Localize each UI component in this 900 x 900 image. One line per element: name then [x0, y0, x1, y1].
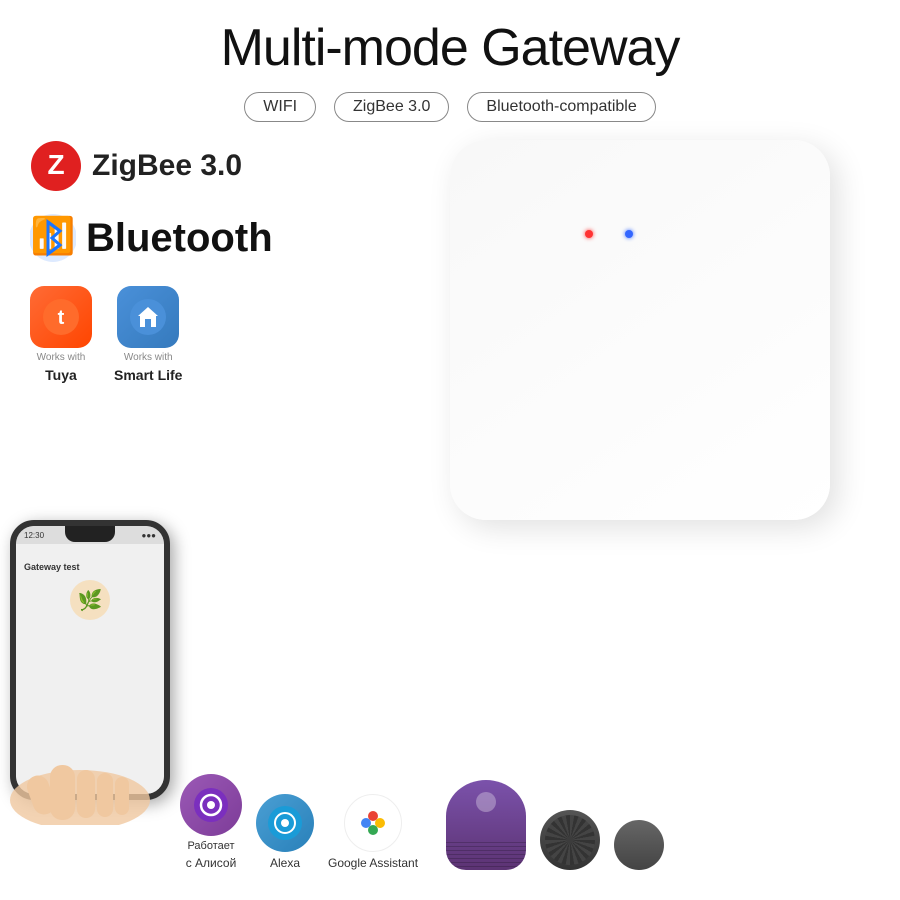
bluetooth-badge: Bluetooth-compatible	[467, 92, 655, 122]
hand-illustration	[0, 715, 165, 830]
google-label: Google Assistant	[328, 856, 418, 870]
gateway-device	[450, 140, 830, 520]
tuya-sublabel: Works with	[37, 352, 86, 363]
bluetooth-icon: 📶	[30, 212, 76, 264]
phone-status-icons: ●●●	[142, 531, 157, 540]
alexa-assistant: Alexa	[256, 794, 314, 870]
features-column: Z ZigBee 3.0 📶 Bluetooth	[30, 140, 310, 403]
alice-sublabel: Работает	[187, 840, 234, 852]
zigbee-icon: Z	[30, 140, 82, 192]
badges-row: WIFI ZigBee 3.0 Bluetooth-compatible	[0, 92, 900, 122]
phone-app-header: Gateway test	[24, 562, 156, 572]
purple-speaker	[446, 780, 526, 870]
phone-time: 12:30	[24, 531, 44, 540]
device-area	[430, 120, 850, 540]
smartlife-icon	[117, 286, 179, 348]
echo-dot-2-body	[614, 820, 664, 870]
tuya-label: Tuya	[45, 367, 77, 383]
alexa-label: Alexa	[270, 856, 300, 870]
svg-text:Z: Z	[47, 149, 64, 180]
smartlife-sublabel: Works with	[124, 352, 173, 363]
alice-label: с Алисой	[186, 856, 237, 870]
wifi-badge: WIFI	[244, 92, 316, 122]
led-blue	[625, 230, 633, 238]
page-container: Multi-mode Gateway WIFI ZigBee 3.0 Bluet…	[0, 0, 900, 900]
echo-dot-1	[540, 810, 600, 870]
alexa-icon	[256, 794, 314, 852]
smartlife-label: Smart Life	[114, 367, 182, 383]
smartlife-app-item: Works with Smart Life	[114, 286, 182, 383]
phone-app-text: 🌿	[24, 580, 156, 620]
echo-dot-2	[614, 820, 664, 870]
bluetooth-row: 📶 Bluetooth	[30, 212, 310, 264]
alice-assistant: Работает с Алисой	[180, 774, 242, 870]
hand-svg	[0, 715, 165, 825]
page-title: Multi-mode Gateway	[0, 0, 900, 78]
led-red	[585, 230, 593, 238]
bottom-row: Работает с Алисой Alexa	[180, 774, 664, 870]
phone-area: 12:30 ●●● Gateway test 🌿	[10, 520, 210, 800]
alice-icon	[180, 774, 242, 836]
google-icon	[344, 794, 402, 852]
app-icons-row: t Works with Tuya	[30, 286, 310, 383]
zigbee-label: ZigBee 3.0	[92, 149, 242, 183]
google-assistant: Google Assistant	[328, 794, 418, 870]
tuya-icon: t	[30, 286, 92, 348]
zigbee-row: Z ZigBee 3.0	[30, 140, 310, 192]
phone-notch	[65, 526, 115, 542]
purple-speaker-body	[446, 780, 526, 870]
tuya-app-item: t Works with Tuya	[30, 286, 92, 383]
bluetooth-label: Bluetooth	[86, 216, 273, 261]
echo-dot-1-body	[540, 810, 600, 870]
svg-text:t: t	[58, 307, 65, 329]
zigbee-badge: ZigBee 3.0	[334, 92, 449, 122]
